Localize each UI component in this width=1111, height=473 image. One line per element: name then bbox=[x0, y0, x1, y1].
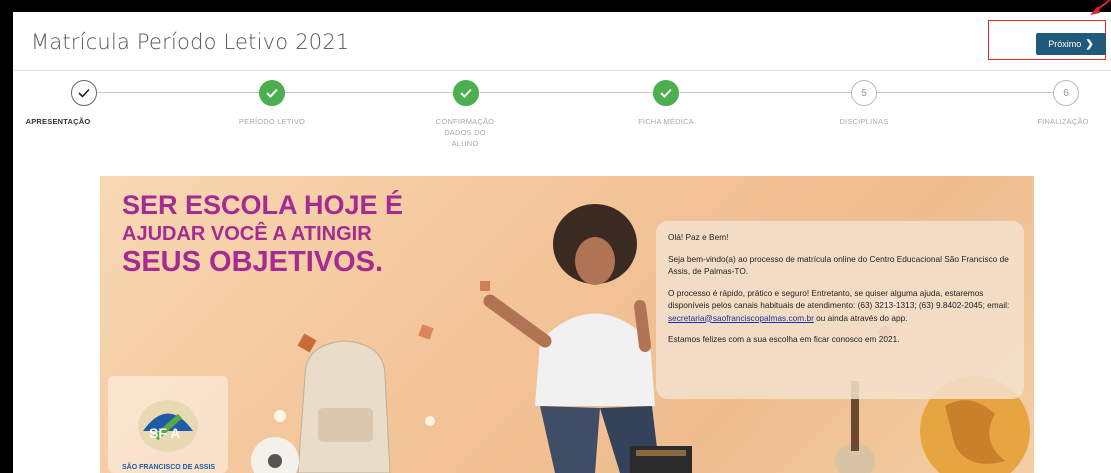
check-icon bbox=[460, 88, 472, 98]
step-connector bbox=[479, 92, 653, 93]
step-label-ficha-medica: FICHA MÉDICA bbox=[638, 117, 694, 126]
step-5-marker[interactable]: 5 bbox=[851, 80, 877, 106]
page-title: Matrícula Período Letivo 2021 bbox=[31, 30, 350, 54]
step-label-confirmacao: CONFIRMAÇÃO DADOS DO ALUNO bbox=[435, 117, 495, 148]
greeting-text: Olá! Paz e Bem! bbox=[668, 232, 729, 242]
step-label-disciplinas: DISCIPLINAS bbox=[839, 117, 889, 126]
step-connector bbox=[97, 92, 259, 93]
step-4-marker[interactable] bbox=[653, 80, 679, 106]
logo-caption: SÃO FRANCISCO DE ASSIS bbox=[122, 464, 216, 471]
svg-text:SF A: SF A bbox=[149, 425, 180, 441]
help-text: O processo é rápido, prático e seguro! E… bbox=[668, 287, 1010, 311]
school-logo: SF A SÃO FRANCISCO DE ASSIS bbox=[108, 376, 228, 473]
welcome-message-box: Olá! Paz e Bem! Seja bem-vindo(a) ao pro… bbox=[656, 221, 1024, 399]
annotation-arrow bbox=[1090, 0, 1111, 15]
welcome-banner: SER ESCOLA HOJE É AJUDAR VOCÊ A ATINGIR … bbox=[100, 176, 1034, 473]
next-button-label: Próximo bbox=[1048, 39, 1082, 49]
help-text-end: ou ainda através do app. bbox=[813, 312, 908, 323]
step-label-periodo-letivo: PERÍODO LETIVO bbox=[238, 117, 306, 126]
headline-line-1: SER ESCOLA HOJE É bbox=[122, 190, 404, 220]
step-6-marker[interactable]: 6 bbox=[1053, 80, 1079, 106]
step-1-marker[interactable] bbox=[71, 80, 97, 106]
email-link[interactable]: secretaria@saofranciscopalmas.com.br bbox=[668, 313, 814, 323]
step-2-marker[interactable] bbox=[259, 80, 285, 106]
step-connector bbox=[877, 92, 1053, 93]
step-3-marker[interactable] bbox=[453, 80, 479, 106]
next-button[interactable]: Próximo ❯ bbox=[1036, 33, 1106, 55]
step-connector bbox=[679, 92, 851, 93]
enrollment-window: Matrícula Período Letivo 2021 Próximo ❯ … bbox=[13, 12, 1111, 473]
header-divider bbox=[13, 70, 1111, 71]
logo-emblem: SF A bbox=[138, 400, 198, 452]
headline-line-2: AJUDAR VOCÊ A ATINGIR bbox=[122, 223, 372, 245]
closing-paragraph: Estamos felizes com a sua escolha em fic… bbox=[668, 334, 900, 344]
check-icon bbox=[660, 88, 672, 98]
help-paragraph: O processo é rápido, prático e seguro! E… bbox=[668, 287, 1012, 325]
step-connector bbox=[285, 92, 453, 93]
banner-headline: SER ESCOLA HOJE É AJUDAR VOCÊ A ATINGIR … bbox=[122, 192, 403, 277]
check-icon bbox=[266, 88, 278, 98]
headline-line-3: SEUS OBJETIVOS. bbox=[122, 246, 384, 278]
check-icon bbox=[78, 88, 90, 98]
step-label-apresentacao: APRESENTAÇÃO bbox=[25, 117, 91, 126]
step-label-finalizacao: FINALIZAÇÃO bbox=[1037, 117, 1089, 126]
chevron-right-icon: ❯ bbox=[1085, 38, 1094, 50]
welcome-paragraph: Seja bem-vindo(a) ao processo de matrícu… bbox=[668, 253, 1009, 277]
